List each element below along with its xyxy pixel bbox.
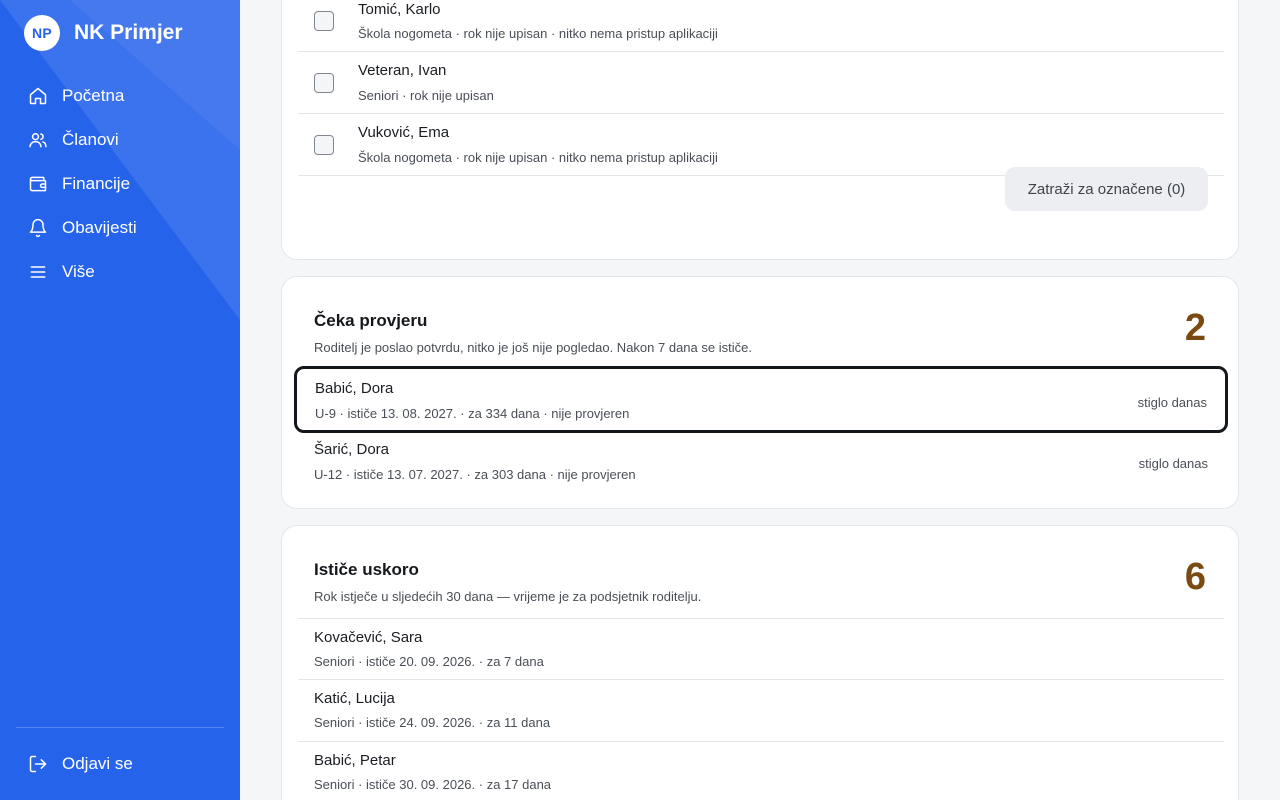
review-row[interactable]: Šarić, Dora U-12 · ističe 13. 07. 2027. … — [294, 430, 1228, 497]
list-item[interactable]: Babić, Petar Seniori · ističe 30. 09. 20… — [298, 741, 1224, 800]
list-item[interactable]: Tomić, Karlo Škola nogometa · rok nije u… — [298, 0, 1224, 52]
nav-label: Obavijesti — [62, 218, 137, 237]
brand-name: NK Primjer — [74, 21, 183, 44]
member-meta: Seniori · rok nije upisan — [358, 88, 494, 103]
wallet-icon — [29, 176, 47, 192]
member-meta: Seniori · ističe 20. 09. 2026. · za 7 da… — [314, 654, 544, 669]
nav-item-pocetna[interactable]: Početna — [16, 74, 224, 118]
member-name: Kovačević, Sara — [314, 629, 423, 646]
member-name: Šarić, Dora — [314, 441, 390, 458]
member-name: Tomić, Karlo — [358, 1, 441, 18]
member-name: Babić, Dora — [315, 380, 394, 397]
logout-icon — [29, 755, 47, 773]
main-content[interactable]: Tomić, Karlo Škola nogometa · rok nije u… — [240, 0, 1280, 800]
main-nav: Početna Članovi Financije Obavijesti Viš… — [16, 74, 224, 294]
logout-button[interactable]: Odjavi se — [16, 742, 224, 786]
nav-item-financije[interactable]: Financije — [16, 162, 224, 206]
nav-label: Financije — [62, 174, 131, 193]
member-meta: Seniori · ističe 24. 09. 2026. · za 11 d… — [314, 715, 551, 730]
list-item[interactable]: Katić, Lucija Seniori · ističe 24. 09. 2… — [298, 679, 1224, 741]
row-checkbox[interactable] — [314, 135, 334, 155]
member-name: Veteran, Ivan — [358, 62, 447, 79]
nav-label: Početna — [62, 86, 125, 105]
nav-item-obavijesti[interactable]: Obavijesti — [16, 206, 224, 250]
nav-label: Članovi — [62, 130, 119, 149]
pending-card: Tomić, Karlo Škola nogometa · rok nije u… — [281, 0, 1239, 260]
home-icon — [29, 87, 47, 105]
review-card: Čeka provjeru Roditelj je poslao potvrdu… — [281, 276, 1239, 509]
sidebar: NP NK Primjer Početna Članovi Financije — [0, 0, 240, 800]
users-icon — [29, 133, 47, 148]
row-checkbox[interactable] — [314, 11, 334, 31]
row-checkbox[interactable] — [314, 73, 334, 93]
arrival-status: stiglo danas — [1137, 395, 1207, 410]
list-item[interactable]: Veteran, Ivan Seniori · rok nije upisan — [298, 52, 1224, 114]
bell-icon — [29, 218, 47, 238]
section-subtitle: Roditelj je poslao potvrdu, nitko je još… — [314, 340, 752, 355]
nav-item-vise[interactable]: Više — [16, 250, 224, 294]
review-row[interactable]: Babić, Dora U-9 · ističe 13. 08. 2027. ·… — [294, 366, 1228, 433]
section-title: Ističe uskoro — [314, 560, 419, 579]
logout-label: Odjavi se — [62, 754, 133, 773]
sidebar-divider — [16, 727, 224, 728]
nav-label: Više — [62, 262, 95, 281]
section-count: 2 — [1184, 307, 1206, 349]
expiring-card: Ističe uskoro Rok istječe u sljedećih 30… — [281, 525, 1239, 800]
member-name: Katić, Lucija — [314, 690, 395, 707]
section-title: Čeka provjeru — [314, 311, 428, 330]
member-meta: Seniori · ističe 30. 09. 2026. · za 17 d… — [314, 777, 552, 792]
member-meta: Škola nogometa · rok nije upisan · nitko… — [358, 26, 718, 41]
member-name: Vuković, Ema — [358, 124, 450, 141]
brand-logo: NP — [24, 15, 60, 51]
request-selected-button[interactable]: Zatraži za označene (0) — [1005, 167, 1208, 211]
arrival-status: stiglo danas — [1138, 456, 1208, 471]
list-item[interactable]: Kovačević, Sara Seniori · ističe 20. 09.… — [298, 618, 1224, 680]
section-subtitle: Rok istječe u sljedećih 30 dana — vrijem… — [314, 589, 702, 604]
member-meta: U-9 · ističe 13. 08. 2027. · za 334 dana… — [315, 406, 630, 421]
member-meta: U-12 · ističe 13. 07. 2027. · za 303 dan… — [314, 467, 636, 482]
section-count: 6 — [1184, 556, 1206, 598]
member-name: Babić, Petar — [314, 752, 396, 769]
nav-item-clanovi[interactable]: Članovi — [16, 118, 224, 162]
menu-icon — [30, 266, 46, 278]
brand[interactable]: NP NK Primjer — [24, 15, 183, 51]
member-meta: Škola nogometa · rok nije upisan · nitko… — [358, 150, 718, 165]
